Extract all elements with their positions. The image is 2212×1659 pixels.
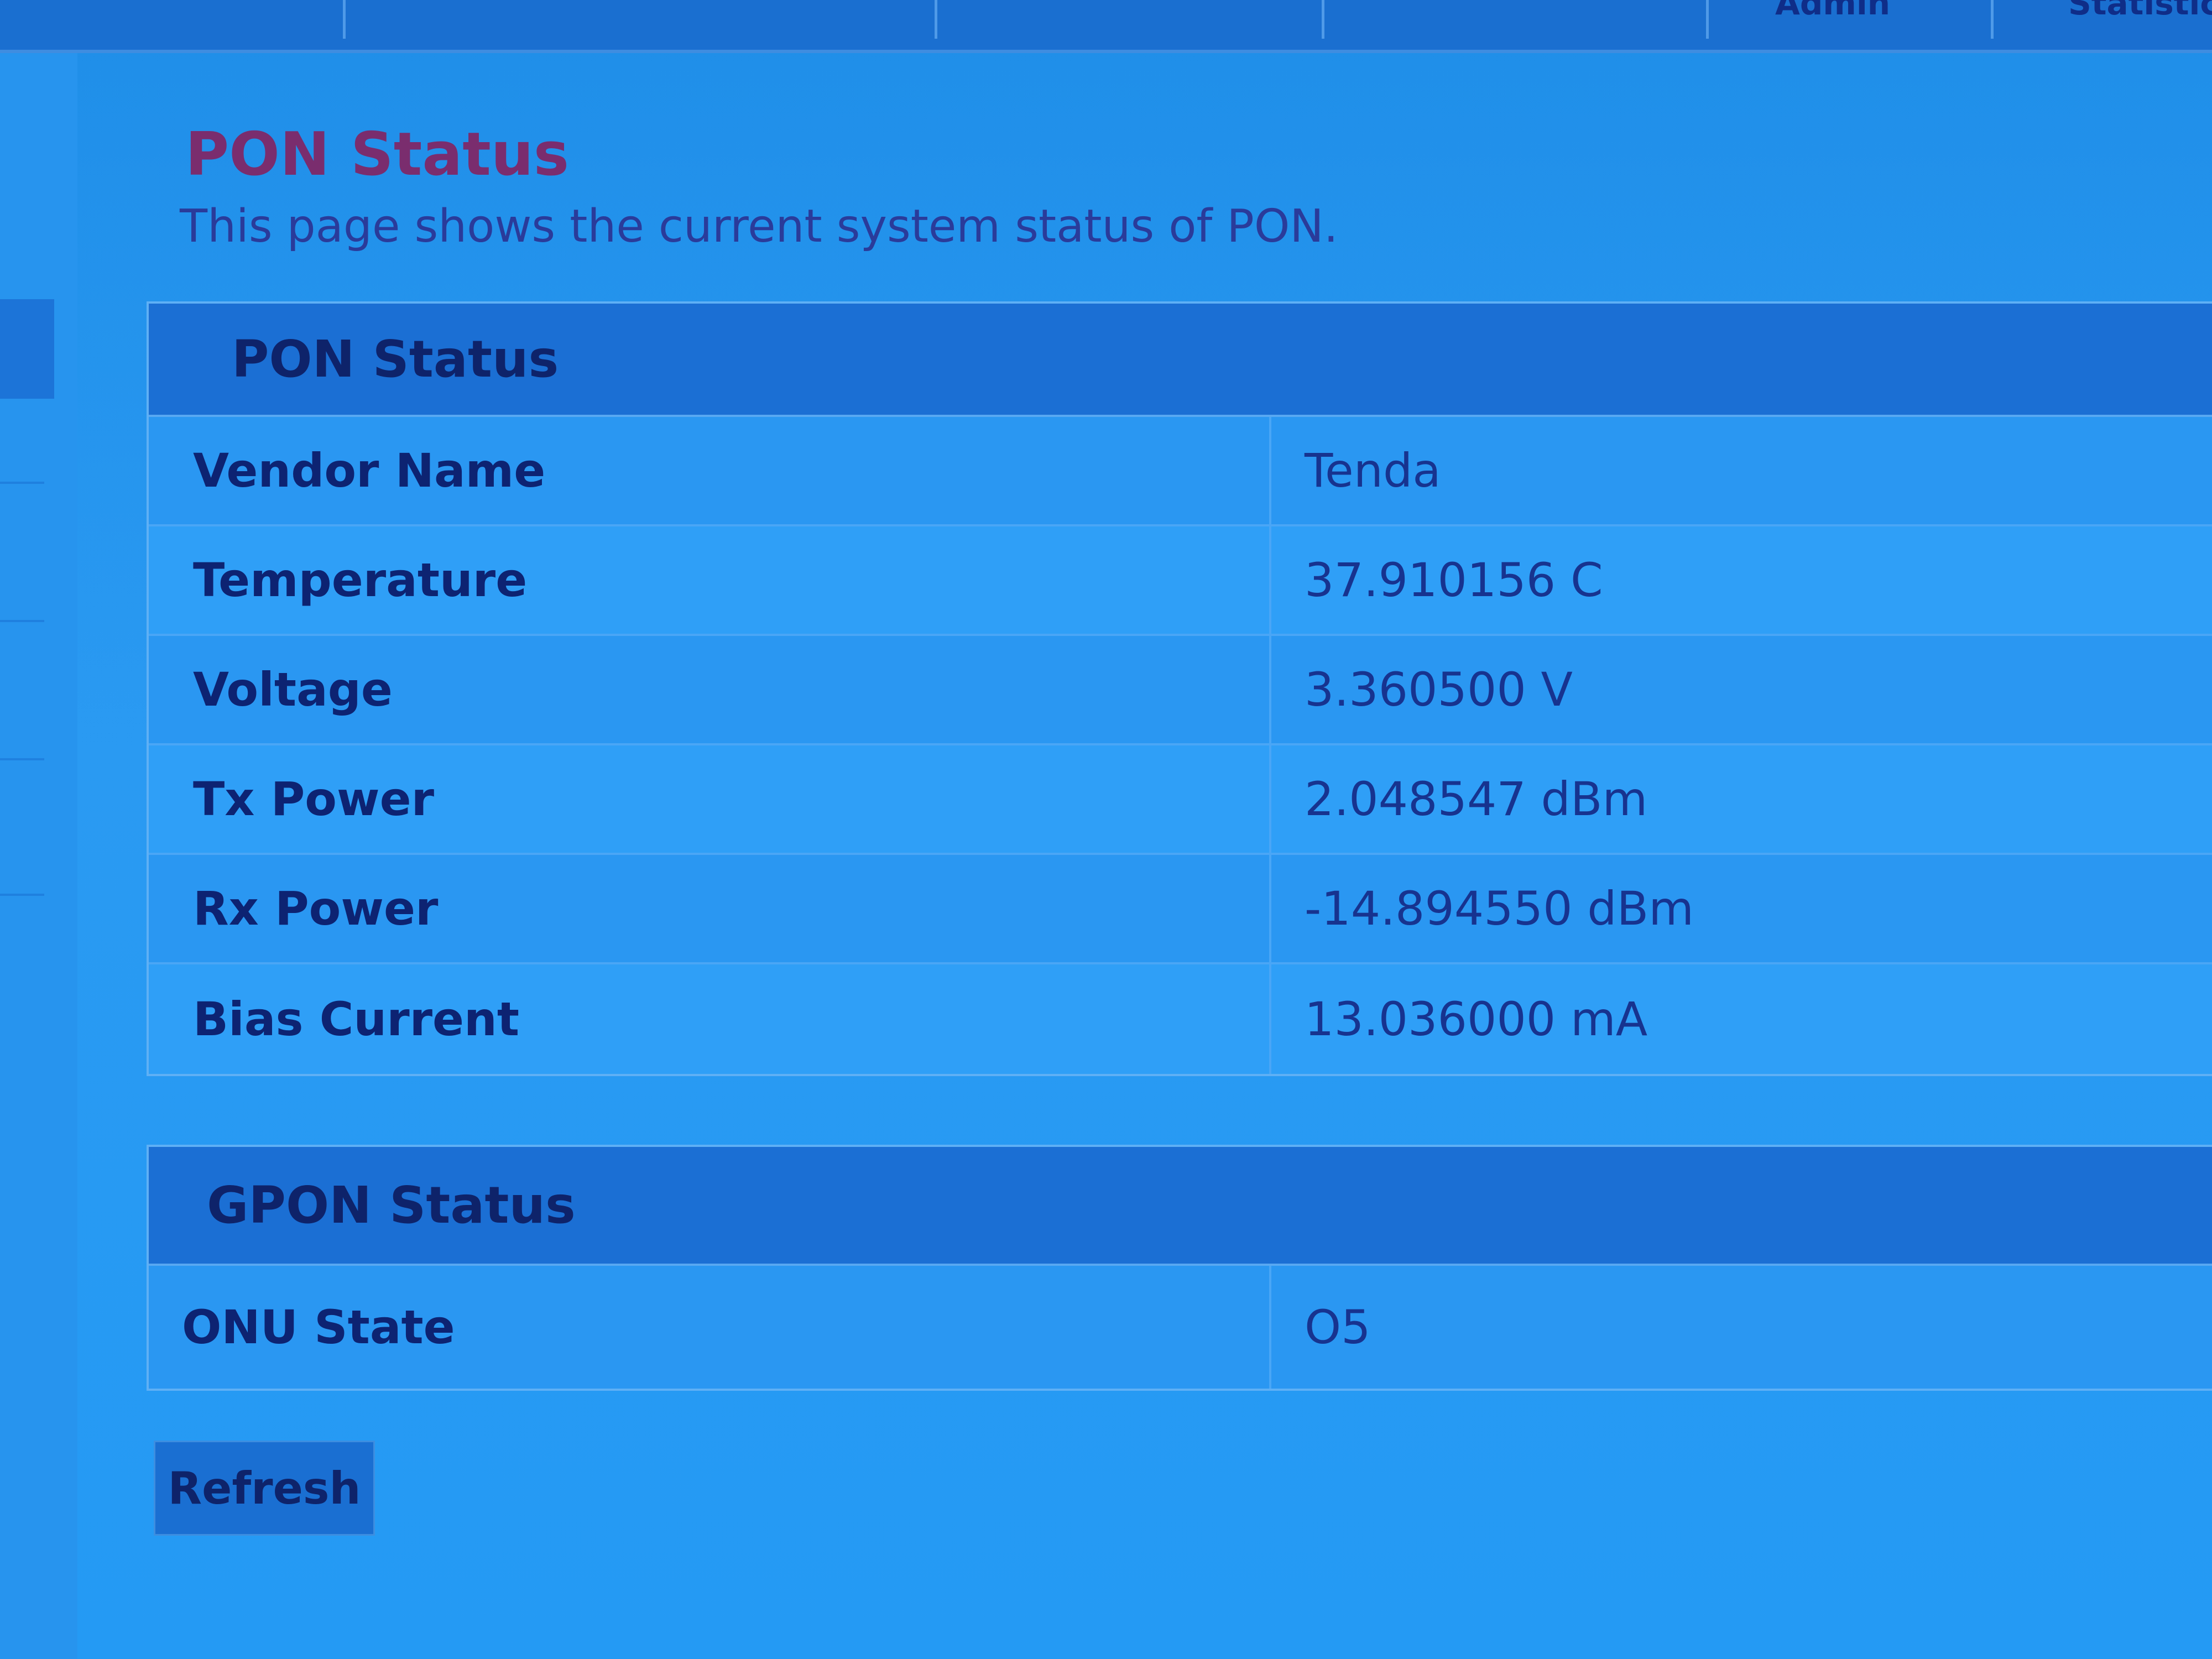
- pon-status-panel: PON Status Vendor Name Tenda Temperature…: [147, 301, 2212, 1076]
- nav-separator: [343, 0, 346, 39]
- sidebar-divider: [0, 894, 44, 896]
- vendor-name-label: Vendor Name: [149, 417, 1271, 524]
- table-row: Voltage 3.360500 V: [149, 636, 2212, 745]
- nav-item-admin[interactable]: Admin: [1775, 0, 1936, 20]
- page-title: PON Status: [185, 120, 570, 189]
- rx-power-label: Rx Power: [149, 855, 1271, 962]
- nav-item-statistics[interactable]: Statistics: [2068, 0, 2212, 20]
- refresh-button[interactable]: Refresh: [154, 1441, 375, 1536]
- bias-current-value: 13.036000 mA: [1305, 992, 1648, 1046]
- page-description: This page shows the current system statu…: [180, 200, 1338, 253]
- nav-separator: [935, 0, 937, 39]
- onu-state-value: O5: [1305, 1300, 1371, 1354]
- nav-separator: [1322, 0, 1324, 39]
- vendor-name-value: Tenda: [1305, 444, 1441, 498]
- gpon-status-panel: GPON Status ONU State O5: [147, 1145, 2212, 1391]
- bias-current-label: Bias Current: [149, 964, 1271, 1074]
- nav-separator: [1991, 0, 1994, 39]
- sidebar-divider: [0, 482, 44, 484]
- table-row: Bias Current 13.036000 mA: [149, 964, 2212, 1074]
- sidebar-item-active[interactable]: [0, 299, 54, 399]
- gpon-status-table: ONU State O5: [149, 1266, 2212, 1389]
- voltage-value: 3.360500 V: [1305, 662, 1573, 717]
- tx-power-label: Tx Power: [149, 745, 1271, 853]
- pon-status-header: PON Status: [149, 304, 2212, 417]
- top-navigation-bar: Admin Statistics: [0, 0, 2212, 53]
- gpon-status-header: GPON Status: [149, 1147, 2212, 1266]
- sidebar-divider: [0, 620, 44, 622]
- table-row: Tx Power 2.048547 dBm: [149, 745, 2212, 855]
- temperature-label: Temperature: [149, 526, 1271, 634]
- onu-state-label: ONU State: [149, 1266, 1271, 1389]
- pon-status-table: Vendor Name Tenda Temperature 37.910156 …: [149, 417, 2212, 1074]
- temperature-value: 37.910156 C: [1305, 553, 1603, 607]
- rx-power-value: -14.894550 dBm: [1305, 881, 1694, 936]
- sidebar-divider: [0, 758, 44, 760]
- sidebar: [0, 53, 77, 1659]
- table-row: Temperature 37.910156 C: [149, 526, 2212, 636]
- table-row: ONU State O5: [149, 1266, 2212, 1389]
- voltage-label: Voltage: [149, 636, 1271, 743]
- table-row: Rx Power -14.894550 dBm: [149, 855, 2212, 964]
- pon-status-heading: PON Status: [232, 330, 559, 389]
- tx-power-value: 2.048547 dBm: [1305, 772, 1648, 826]
- gpon-status-heading: GPON Status: [207, 1176, 576, 1235]
- table-row: Vendor Name Tenda: [149, 417, 2212, 526]
- nav-separator: [1706, 0, 1709, 39]
